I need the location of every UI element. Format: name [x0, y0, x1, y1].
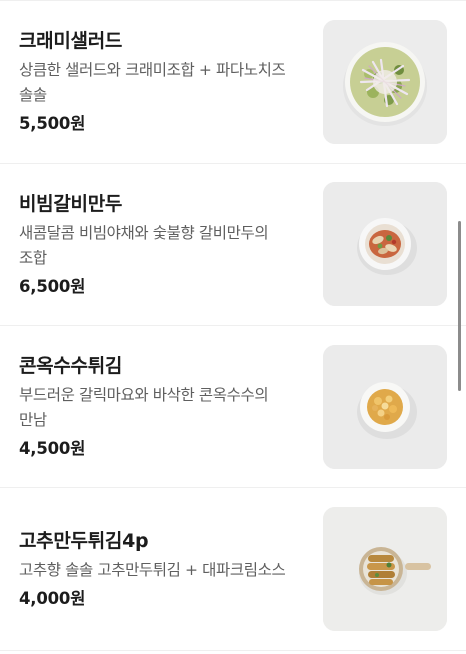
menu-item-name: 비빔갈비만두: [19, 193, 123, 215]
bibim-galbi-mandu-photo[interactable]: [323, 182, 447, 306]
vertical-scrollbar[interactable]: [458, 221, 461, 391]
menu-item-description: 새콤달콤 비빔야채와 숯불향 갈비만두의 조합: [19, 221, 309, 271]
menu-item-description-line: 고추향 솔솔 고추만두튀김 + 대파크림소스: [19, 561, 286, 579]
menu-item-description-line: 만남: [19, 411, 47, 429]
menu-item-description: 고추향 솔솔 고추만두튀김 + 대파크림소스: [19, 558, 309, 583]
menu-item-description-line: 새콤달콤 비빔야채와 숯불향 갈비만두의: [19, 224, 269, 242]
menu-item-price: 5,500원: [19, 114, 86, 133]
menu-item-text: 크래미샐러드 상큼한 샐러드와 크래미조합 + 파다노치즈 솔솔 5,500원: [19, 29, 309, 135]
menu-item-description-line: 솔솔: [19, 86, 47, 104]
pepper-dumpling-fry-photo[interactable]: [323, 507, 447, 631]
menu-item-corn-fritter[interactable]: 콘옥수수튀김 부드러운 갈릭마요와 바삭한 콘옥수수의 만남 4,500원: [0, 326, 466, 488]
menu-item-text: 비빔갈비만두 새콤달콤 비빔야채와 숯불향 갈비만두의 조합 6,500원: [19, 192, 309, 298]
divider: [0, 650, 466, 651]
menu-item-description: 부드러운 갈릭마요와 바삭한 콘옥수수의 만남: [19, 383, 309, 433]
menu-item-text: 고추만두튀김4p 고추향 솔솔 고추만두튀김 + 대파크림소스 4,000원: [19, 529, 309, 610]
menu-item-price: 4,500원: [19, 439, 86, 458]
menu-item-price: 4,000원: [19, 589, 86, 608]
menu-item-description: 상큼한 샐러드와 크래미조합 + 파다노치즈 솔솔: [19, 58, 309, 108]
crab-salad-photo[interactable]: [323, 20, 447, 144]
menu-item-name: 크래미샐러드: [19, 30, 123, 52]
corn-fritter-photo[interactable]: [323, 345, 447, 469]
menu-item-name: 콘옥수수튀김: [19, 355, 123, 377]
menu-item-pepper-dumpling-fry[interactable]: 고추만두튀김4p 고추향 솔솔 고추만두튀김 + 대파크림소스 4,000원: [0, 488, 466, 650]
menu-item-description-line: 부드러운 갈릭마요와 바삭한 콘옥수수의: [19, 386, 269, 404]
menu-item-price: 6,500원: [19, 277, 86, 296]
menu-item-crab-salad[interactable]: 크래미샐러드 상큼한 샐러드와 크래미조합 + 파다노치즈 솔솔 5,500원: [0, 1, 466, 163]
menu-item-bibim-galbi-mandu[interactable]: 비빔갈비만두 새콤달콤 비빔야채와 숯불향 갈비만두의 조합 6,500원: [0, 164, 466, 326]
menu-item-name: 고추만두튀김4p: [19, 530, 149, 552]
menu-item-description-line: 조합: [19, 249, 47, 267]
menu-item-text: 콘옥수수튀김 부드러운 갈릭마요와 바삭한 콘옥수수의 만남 4,500원: [19, 354, 309, 460]
menu-item-description-line: 상큼한 샐러드와 크래미조합 + 파다노치즈: [19, 61, 286, 79]
